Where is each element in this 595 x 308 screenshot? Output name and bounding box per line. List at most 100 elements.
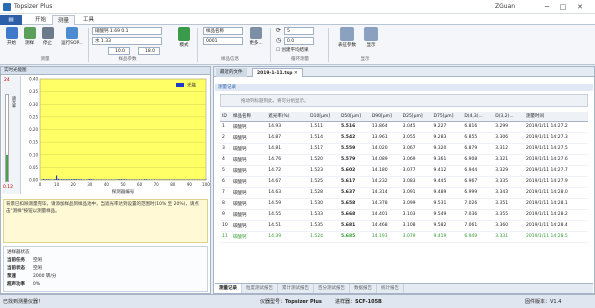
run-sop-button[interactable]: 运行SOP... bbox=[60, 27, 84, 46]
obscuration-bar bbox=[5, 94, 9, 182]
ribbon-tab-tools[interactable]: 工具 bbox=[78, 15, 99, 25]
ribbon-separator bbox=[88, 28, 89, 62]
sampler-status: 进样器状态 当前任务 空闲 当前状态 空闲 泵速 2000 转/分 超声功率 0% bbox=[3, 246, 208, 292]
report-tab[interactable]: 百分测试报告 bbox=[314, 284, 350, 293]
table-row[interactable]: 10 碳酸钙 14.51 1.535 5.681 14.468 3.108 9.582 7.06… bbox=[220, 220, 588, 231]
refractive-index-select[interactable]: 硝酸钙 1.69 0.1 bbox=[92, 27, 162, 35]
obscuration-max-input[interactable]: 18.0 bbox=[138, 47, 160, 55]
table-cell: 6.855 bbox=[464, 135, 478, 140]
more-button[interactable]: 更多... bbox=[248, 27, 264, 46]
table-cell: 5.579 bbox=[340, 157, 356, 162]
column-header[interactable]: D10[μm] bbox=[308, 112, 339, 122]
start-button[interactable]: 开始 bbox=[3, 27, 20, 46]
column-header[interactable]: D75[μm] bbox=[431, 112, 463, 122]
measure-sample-button[interactable]: 测样 bbox=[21, 27, 38, 46]
column-header[interactable]: 样品名称 bbox=[231, 112, 267, 122]
column-header[interactable]: ID bbox=[220, 112, 232, 122]
table-cell: 3.069 bbox=[402, 157, 416, 162]
table-cell: 9.582 bbox=[433, 223, 447, 228]
chart-bar bbox=[104, 179, 106, 180]
report-tab[interactable]: 数据报告 bbox=[350, 284, 377, 293]
interval-input[interactable]: 0.0 bbox=[284, 37, 314, 45]
y-tick-label: 0.35 bbox=[29, 89, 38, 94]
table-cell: 7.061 bbox=[464, 223, 478, 228]
column-header[interactable]: D90[μm] bbox=[369, 112, 401, 122]
chart-bar bbox=[177, 179, 179, 180]
table-row[interactable]: 11 碳酸钙 14.39 1.524 5.685 14.191 3.079 9.419 6.94… bbox=[220, 231, 588, 242]
column-header[interactable]: 遮光率(%) bbox=[266, 112, 309, 122]
tab-active-file[interactable]: 2019-1-11.tsp ✕ bbox=[252, 68, 303, 77]
ribbon-tab-home[interactable]: 开始 bbox=[30, 15, 51, 25]
dispersant-select[interactable]: 水 1.33 bbox=[92, 37, 162, 45]
ribbon-separator bbox=[328, 28, 329, 62]
table-cell: 9.549 bbox=[433, 212, 447, 217]
report-tab[interactable]: 统计报告 bbox=[377, 284, 404, 293]
chart-bar bbox=[112, 179, 114, 180]
custom-params-button[interactable]: 表征参数 bbox=[336, 27, 358, 48]
table-row[interactable]: 5 碳酸钙 14.72 1.523 5.602 14.180 3.077 9.412 6.944… bbox=[220, 165, 588, 176]
status-row: 当前任务 空闲 bbox=[7, 257, 202, 265]
table-row[interactable]: 1 碳酸钙 14.93 1.511 5.516 13.864 3.045 9.227 6.816… bbox=[220, 121, 588, 132]
chart-bar bbox=[190, 179, 192, 180]
chart-bar bbox=[122, 179, 124, 180]
group-label-sample-params: 样品参数 bbox=[118, 57, 137, 62]
report-tab[interactable]: 粒度测试报告 bbox=[242, 284, 278, 293]
cycle-count-input[interactable]: 5 bbox=[284, 27, 314, 35]
report-tab[interactable]: 测量记录 bbox=[215, 284, 242, 293]
create-avg-checkbox[interactable]: ☐ 创建平均结果 bbox=[276, 47, 308, 53]
table-row[interactable]: 8 碳酸钙 14.59 1.530 5.658 14.378 3.099 9.531 7.026… bbox=[220, 198, 588, 209]
column-header[interactable]: D(4,3)... bbox=[462, 112, 494, 122]
tab-close-icon[interactable]: ✕ bbox=[294, 71, 298, 76]
chart-bar bbox=[145, 179, 147, 180]
chart-bar bbox=[62, 179, 64, 180]
table-cell: 碳酸钙 bbox=[233, 135, 247, 141]
table-cell: 6.949 bbox=[464, 234, 478, 239]
table-cell: 3.299 bbox=[495, 124, 509, 129]
table-row[interactable]: 9 碳酸钙 14.55 1.533 5.668 14.401 3.103 9.549 7.036… bbox=[220, 209, 588, 220]
sample-number-input[interactable]: 0001 bbox=[203, 37, 243, 45]
sample-name-input[interactable]: 样品名称 bbox=[203, 27, 243, 35]
chart-bar bbox=[173, 179, 176, 180]
table-cell: 2019/1/11 14:28.1 bbox=[526, 201, 568, 206]
ribbon-tab-file[interactable]: ▤ bbox=[0, 15, 22, 25]
chart-bar bbox=[87, 179, 89, 180]
chart-bar bbox=[197, 179, 199, 180]
chart-bar bbox=[75, 179, 78, 180]
column-header[interactable]: D50[μm] bbox=[338, 112, 370, 122]
table-row[interactable]: 6 碳酸钙 14.67 1.525 5.617 14.232 3.083 9.445 6.967… bbox=[220, 176, 588, 187]
column-header[interactable]: D(3,2)... bbox=[493, 112, 525, 122]
table-row[interactable]: 7 碳酸钙 14.63 1.528 5.637 14.314 3.091 9.489 6.999… bbox=[220, 187, 588, 198]
table-row[interactable]: 4 碳酸钙 14.76 1.520 5.579 14.089 3.069 9.361 6.908… bbox=[220, 154, 588, 165]
report-tab[interactable]: 累计测试报告 bbox=[278, 284, 314, 293]
chart-bar bbox=[125, 179, 127, 180]
column-header[interactable]: D25[μm] bbox=[400, 112, 432, 122]
chart-bar bbox=[54, 178, 56, 180]
chart-bar bbox=[47, 179, 49, 180]
obscuration-meter: 24 遮光率 0.12 bbox=[2, 76, 21, 194]
maximize-button[interactable]: □ bbox=[557, 2, 569, 12]
stop-button[interactable]: 停止 bbox=[39, 27, 56, 46]
table-cell: 1.524 bbox=[310, 234, 324, 239]
table-cell: 8 bbox=[222, 201, 225, 206]
close-button[interactable]: ✕ bbox=[574, 2, 586, 12]
table-cell: 3.083 bbox=[402, 179, 416, 184]
mode-button[interactable]: 模式 bbox=[175, 27, 193, 48]
tab-recent-files[interactable]: 最近的文件 bbox=[216, 68, 247, 77]
table-cell: 1.533 bbox=[310, 212, 324, 217]
table-cell: 3.306 bbox=[495, 135, 509, 140]
display-button[interactable]: 显示 bbox=[362, 27, 380, 48]
table-row[interactable]: 2 碳酸钙 14.87 1.514 5.542 13.961 3.055 9.283 6.855… bbox=[220, 132, 588, 143]
chart-bar bbox=[163, 179, 166, 180]
table-cell: 3.343 bbox=[495, 190, 509, 195]
obscuration-min-input[interactable]: 10.0 bbox=[108, 47, 130, 55]
chart-bar bbox=[148, 179, 151, 180]
table-cell: 9.412 bbox=[433, 168, 447, 173]
ribbon-tab-measure[interactable]: 测量 bbox=[52, 15, 76, 25]
group-by-area[interactable]: 拖动列标题到此，将可分组显示。 bbox=[220, 94, 588, 107]
chart-bar bbox=[168, 179, 171, 180]
minimize-button[interactable]: ─ bbox=[541, 2, 553, 12]
table-row[interactable]: 3 碳酸钙 14.81 1.517 5.559 14.020 3.067 9.320 6.879… bbox=[220, 143, 588, 154]
table-cell: 2019/1/11 14:27.7 bbox=[526, 168, 568, 173]
column-header[interactable]: 测量时间 bbox=[524, 112, 588, 122]
table-cell: 碳酸钙 bbox=[233, 124, 247, 130]
